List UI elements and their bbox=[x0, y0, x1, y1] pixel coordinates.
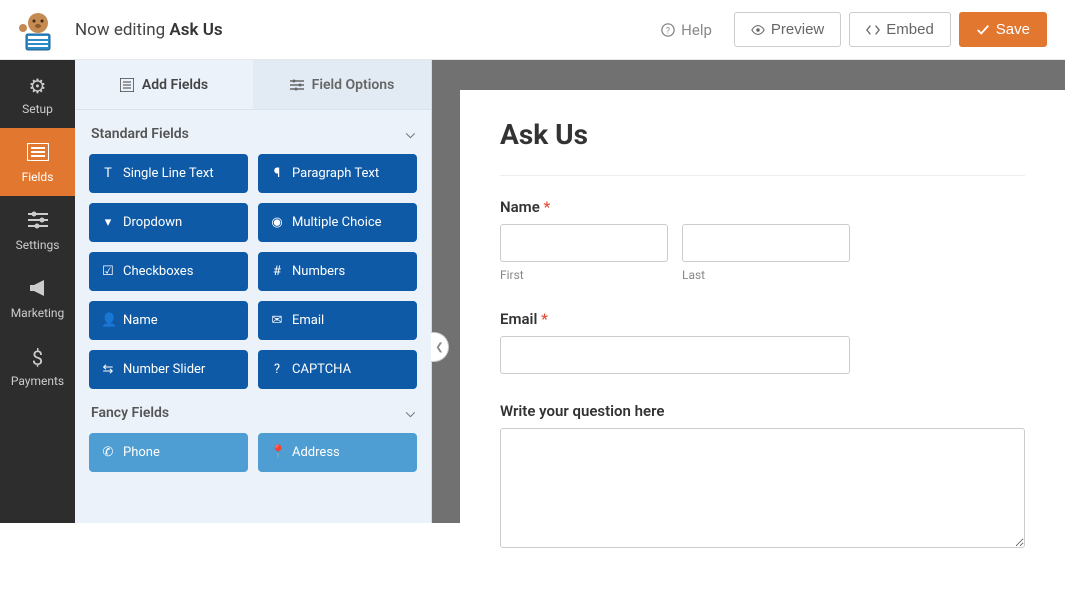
text-icon: T bbox=[101, 166, 115, 181]
sidebar-item-payments[interactable]: $ Payments bbox=[0, 332, 75, 400]
sidebar-item-fields[interactable]: Fields bbox=[0, 128, 75, 196]
last-name-input[interactable] bbox=[682, 224, 850, 262]
tab-field-options[interactable]: Field Options bbox=[253, 60, 431, 109]
required-mark: * bbox=[541, 310, 548, 328]
phone-icon: ✆ bbox=[101, 445, 115, 460]
sliders-icon bbox=[28, 210, 48, 234]
sidebar-item-settings[interactable]: Settings bbox=[0, 196, 75, 264]
form-canvas: Ask Us Name * First Last Email * bbox=[460, 90, 1065, 608]
field-label: Email * bbox=[500, 310, 1025, 328]
envelope-icon: ✉ bbox=[270, 313, 284, 328]
field-numbers[interactable]: #Numbers bbox=[258, 252, 417, 291]
code-icon bbox=[866, 23, 880, 37]
paragraph-icon: ¶ bbox=[270, 166, 284, 181]
section-header-fancy[interactable]: Fancy Fields ⌵ bbox=[89, 389, 417, 433]
form-icon bbox=[27, 142, 49, 166]
checkbox-icon: ☑ bbox=[101, 264, 115, 279]
radio-icon: ◉ bbox=[270, 215, 284, 230]
svg-text:?: ? bbox=[666, 26, 670, 36]
chevron-down-icon: ⌵ bbox=[406, 406, 415, 421]
collapse-panel-button[interactable]: ❮ bbox=[431, 332, 449, 362]
megaphone-icon bbox=[28, 278, 48, 302]
field-name[interactable]: Name * First Last bbox=[500, 198, 1025, 282]
chevron-left-icon: ❮ bbox=[435, 342, 443, 353]
form-title: Ask Us bbox=[500, 118, 1025, 176]
captcha-icon: ? bbox=[270, 362, 284, 377]
fields-panel: Add Fields Field Options Standard Fields… bbox=[75, 60, 432, 523]
top-bar: Now editing Ask Us ? Help Preview Embed … bbox=[0, 0, 1065, 60]
field-label: Name * bbox=[500, 198, 1025, 216]
chevron-down-icon: ⌵ bbox=[406, 127, 415, 142]
dropdown-icon: ▾ bbox=[101, 215, 115, 230]
field-multiple-choice[interactable]: ◉Multiple Choice bbox=[258, 203, 417, 242]
slider-icon: ⇆ bbox=[101, 362, 115, 377]
first-name-input[interactable] bbox=[500, 224, 668, 262]
check-icon bbox=[976, 23, 990, 37]
sidebar-item-marketing[interactable]: Marketing bbox=[0, 264, 75, 332]
dollar-icon: $ bbox=[32, 346, 43, 370]
editing-title: Now editing Ask Us bbox=[75, 20, 223, 40]
field-paragraph-text[interactable]: ¶Paragraph Text bbox=[258, 154, 417, 193]
hash-icon: # bbox=[270, 264, 284, 279]
field-single-line-text[interactable]: TSingle Line Text bbox=[89, 154, 248, 193]
section-header-standard[interactable]: Standard Fields ⌵ bbox=[89, 110, 417, 154]
user-icon: 👤 bbox=[101, 313, 115, 328]
field-dropdown[interactable]: ▾Dropdown bbox=[89, 203, 248, 242]
required-mark: * bbox=[544, 198, 551, 216]
field-email[interactable]: Email * bbox=[500, 310, 1025, 374]
sidebar-item-setup[interactable]: ⚙ Setup bbox=[0, 60, 75, 128]
logo bbox=[0, 0, 75, 60]
field-checkboxes[interactable]: ☑Checkboxes bbox=[89, 252, 248, 291]
gear-icon: ⚙ bbox=[29, 74, 47, 98]
eye-icon bbox=[751, 23, 765, 37]
field-label: Write your question here bbox=[500, 402, 1025, 420]
field-name[interactable]: 👤Name bbox=[89, 301, 248, 340]
field-phone[interactable]: ✆Phone bbox=[89, 433, 248, 472]
last-sublabel: Last bbox=[682, 268, 850, 282]
logo-icon bbox=[16, 8, 60, 52]
sidebar: ⚙ Setup Fields Settings Marketing $ Paym… bbox=[0, 60, 75, 523]
field-email[interactable]: ✉Email bbox=[258, 301, 417, 340]
add-fields-icon bbox=[120, 78, 134, 92]
question-textarea[interactable] bbox=[500, 428, 1025, 548]
preview-area: ❮ Ask Us Name * First Last Email bbox=[432, 60, 1065, 523]
embed-button[interactable]: Embed bbox=[849, 12, 951, 47]
first-sublabel: First bbox=[500, 268, 668, 282]
help-icon: ? bbox=[661, 23, 675, 37]
preview-button[interactable]: Preview bbox=[734, 12, 841, 47]
field-address[interactable]: 📍Address bbox=[258, 433, 417, 472]
pin-icon: 📍 bbox=[270, 445, 284, 460]
field-number-slider[interactable]: ⇆Number Slider bbox=[89, 350, 248, 389]
field-options-icon bbox=[290, 78, 304, 92]
field-captcha[interactable]: ?CAPTCHA bbox=[258, 350, 417, 389]
email-input[interactable] bbox=[500, 336, 850, 374]
save-button[interactable]: Save bbox=[959, 12, 1047, 47]
field-question[interactable]: Write your question here bbox=[500, 402, 1025, 552]
help-link[interactable]: ? Help bbox=[647, 13, 726, 47]
tab-add-fields[interactable]: Add Fields bbox=[75, 60, 253, 109]
